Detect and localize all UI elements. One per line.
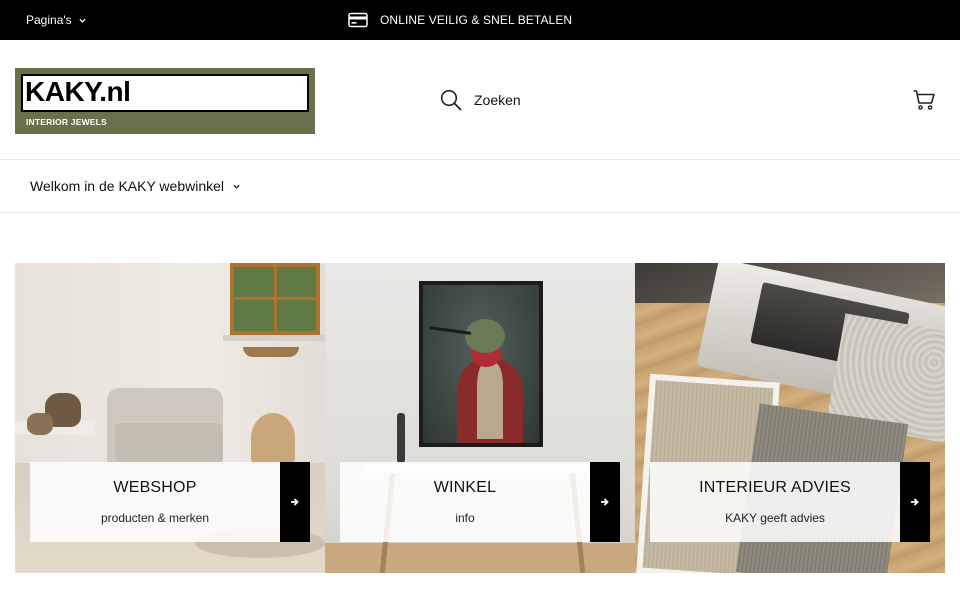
pages-menu-button[interactable]: Pagina's (26, 0, 87, 40)
tile-subtitle: info (455, 511, 475, 525)
logo-name: KAKY.nl (25, 76, 131, 107)
tile-subtitle: KAKY geeft advies (725, 511, 825, 525)
tile-arrow-button[interactable] (590, 462, 620, 542)
cart-icon[interactable] (912, 88, 936, 112)
tile-interieur-advies[interactable]: INTERIEUR ADVIES KAKY geeft advies (635, 263, 945, 573)
tile-winkel[interactable]: WINKEL info (325, 263, 635, 573)
search-button[interactable]: Zoeken (440, 88, 521, 112)
tile-card: INTERIEUR ADVIES KAKY geeft advies (650, 462, 900, 542)
tile-title: INTERIEUR ADVIES (699, 479, 851, 496)
nav-item-welkom[interactable]: Welkom in de KAKY webwinkel (30, 161, 241, 211)
top-bar: Pagina's ONLINE VEILIG & SNEL BETALEN (0, 0, 960, 40)
search-label: Zoeken (474, 92, 521, 108)
tile-webshop[interactable]: WEBSHOP producten & merken (15, 263, 325, 573)
credit-card-icon (348, 12, 368, 28)
site-header: KAKY.nl INTERIOR JEWELS Zoeken (0, 40, 960, 160)
tile-title: WINKEL (433, 479, 497, 496)
chevron-down-icon (79, 18, 86, 23)
promo-text: ONLINE VEILIG & SNEL BETALEN (380, 13, 573, 27)
arrow-right-icon (911, 498, 919, 506)
main-nav: Welkom in de KAKY webwinkel (0, 161, 960, 213)
chevron-down-icon (233, 184, 240, 189)
payment-promo: ONLINE VEILIG & SNEL BETALEN (348, 0, 572, 40)
tile-subtitle: producten & merken (100, 511, 210, 525)
arrow-right-icon (291, 498, 299, 506)
nav-item-label: Welkom in de KAKY webwinkel (30, 178, 225, 194)
search-icon (440, 89, 462, 111)
tile-card: WEBSHOP producten & merken (30, 462, 280, 542)
tile-arrow-button[interactable] (280, 462, 310, 542)
tile-title: WEBSHOP (113, 479, 197, 496)
category-tiles: WEBSHOP producten & merken WINKEL info I… (15, 263, 945, 573)
arrow-right-icon (601, 498, 609, 506)
logo-tagline: INTERIOR JEWELS (26, 117, 107, 127)
tile-card: WINKEL info (340, 462, 590, 542)
pages-menu-label: Pagina's (26, 13, 72, 27)
tile-arrow-button[interactable] (900, 462, 930, 542)
site-logo[interactable]: KAKY.nl INTERIOR JEWELS (15, 68, 315, 134)
